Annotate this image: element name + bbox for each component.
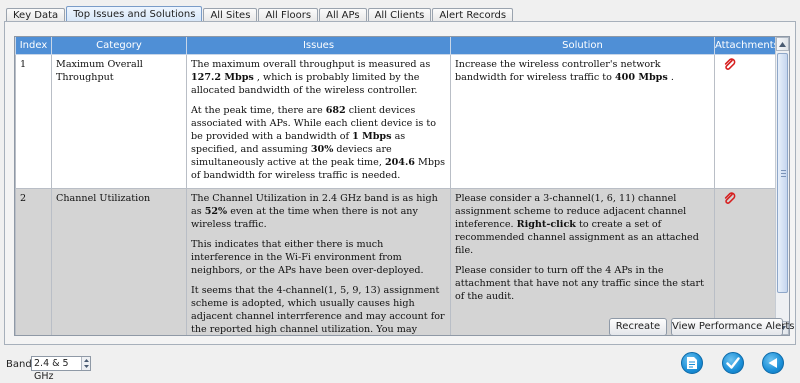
cell-paragraph: Please consider to turn off the 4 APs in… [455,264,704,302]
table-row[interactable]: 2 Channel Utilization The Channel Utiliz… [15,187,777,335]
row-category: Maximum Overall Throughput [51,53,187,189]
check-icon [726,357,740,369]
paperclip-icon[interactable] [723,191,737,206]
tab-all-floors[interactable]: All Floors [258,8,319,22]
tab-alert-records[interactable]: Alert Records [432,8,514,22]
chevron-up-icon [779,41,786,47]
cell-paragraph: At the peak time, there are 682 client d… [191,104,446,181]
cell-paragraph: This indicates that either there is much… [191,238,424,276]
tab-key-data[interactable]: Key Data [6,8,66,22]
band-spinner[interactable] [81,357,90,370]
row-attachments [714,53,777,189]
report-button[interactable] [681,352,703,374]
recreate-button[interactable]: Recreate [609,318,667,336]
tab-top-issues-and-solutions[interactable]: Top Issues and Solutions [66,6,203,22]
issues-table-container: Index Category Issues Solution Attachmen… [14,36,790,336]
grip-icon [781,170,786,179]
column-header-issues[interactable]: Issues [186,37,451,55]
column-header-index[interactable]: Index [15,37,52,55]
row-issues: The Channel Utilization in 2.4 GHz band … [186,187,451,335]
tab-all-clients[interactable]: All Clients [367,8,432,22]
band-selector[interactable]: 2.4 & 5 GHz [31,356,91,382]
cell-paragraph: The maximum overall throughput is measur… [191,58,431,96]
row-solution: Increase the wireless controller's netwo… [450,53,715,189]
row-solution: Please consider a 3-channel(1, 6, 11) ch… [450,187,715,335]
band-value: 2.4 & 5 GHz [34,358,69,382]
tab-bar: Key Data Top Issues and Solutions All Si… [6,6,514,22]
table-header-row: Index Category Issues Solution Attachmen… [15,37,779,55]
cell-paragraph: It seems that the 4-channel(1, 5, 9, 13)… [191,284,445,335]
column-header-attachments[interactable]: Attachments [714,37,779,55]
report-icon [687,357,697,369]
tab-panel: Index Category Issues Solution Attachmen… [4,21,796,345]
back-button[interactable] [762,352,784,374]
column-header-category[interactable]: Category [51,37,187,55]
tab-all-aps[interactable]: All APs [319,8,367,22]
cell-paragraph: Increase the wireless controller's netwo… [455,58,674,83]
table-row[interactable]: 1 Maximum Overall Throughput The maximum… [15,53,777,189]
scroll-up-button[interactable] [776,37,789,51]
row-attachments [714,187,777,335]
vertical-scrollbar[interactable] [775,37,789,335]
row-index: 2 [15,187,52,335]
view-performance-alerts-button[interactable]: View Performance Alerts [671,318,794,336]
spinner-arrows-icon [84,359,89,368]
row-issues: The maximum overall throughput is measur… [186,53,451,189]
cell-paragraph: Please consider a 3-channel(1, 6, 11) ch… [455,192,699,256]
paperclip-icon[interactable] [723,57,737,72]
row-category: Channel Utilization [51,187,187,335]
back-icon [768,358,777,368]
column-header-solution[interactable]: Solution [450,37,715,55]
issues-table: Index Category Issues Solution Attachmen… [15,37,779,335]
cell-paragraph: The Channel Utilization in 2.4 GHz band … [191,192,438,230]
confirm-button[interactable] [722,352,744,374]
tab-all-sites[interactable]: All Sites [203,8,258,22]
row-index: 1 [15,53,52,189]
scrollbar-thumb[interactable] [777,53,788,293]
